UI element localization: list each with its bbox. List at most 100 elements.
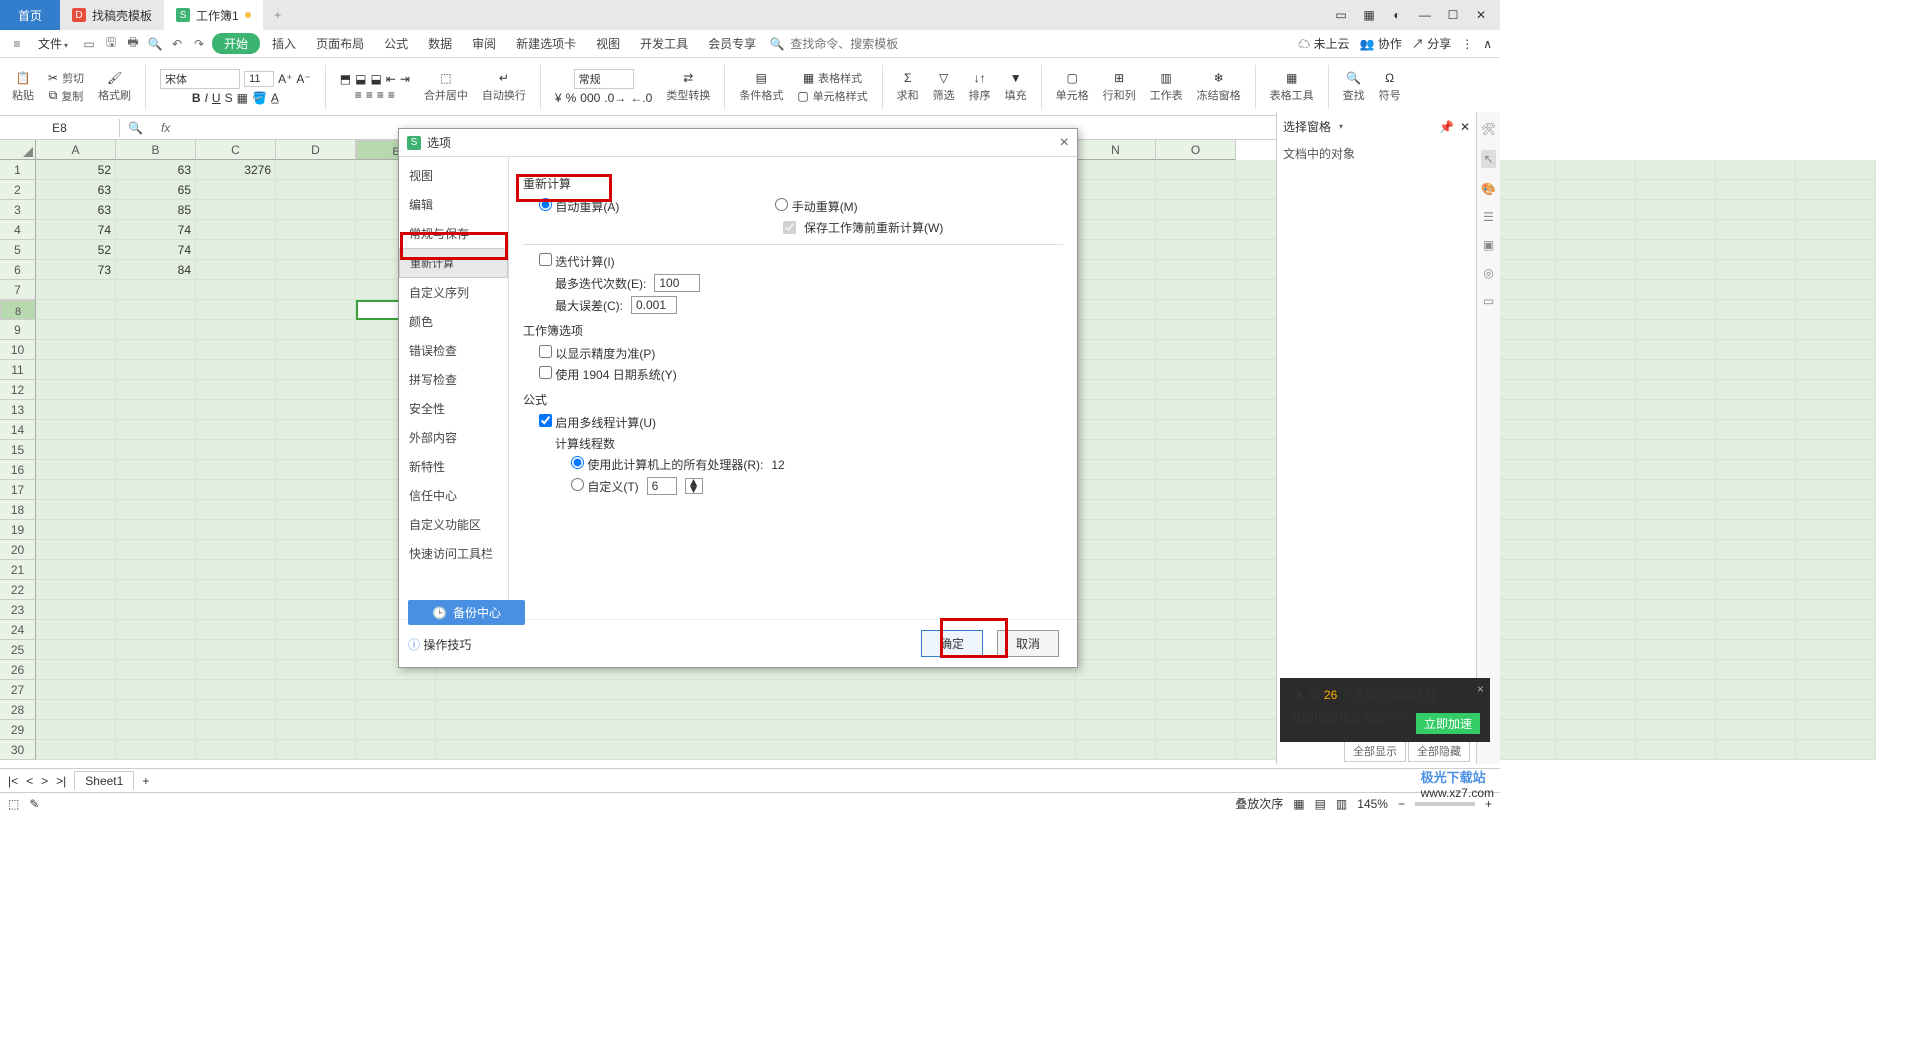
max-diff-input[interactable] (631, 296, 677, 314)
cell[interactable] (1716, 700, 1796, 720)
cell[interactable] (1556, 660, 1636, 680)
cell[interactable] (1156, 580, 1236, 600)
col-a[interactable]: A (36, 140, 116, 160)
align-bot-icon[interactable]: ⬓ (370, 72, 381, 86)
cell[interactable] (1716, 180, 1796, 200)
cell[interactable] (116, 360, 196, 380)
worksheet-group[interactable]: ▥工作表 (1146, 71, 1187, 103)
cell[interactable] (1716, 600, 1796, 620)
cell[interactable] (1156, 340, 1236, 360)
row-header[interactable]: 13 (0, 400, 36, 420)
cell[interactable] (116, 560, 196, 580)
cell[interactable] (1796, 580, 1876, 600)
cell[interactable] (1076, 460, 1156, 480)
convert-group[interactable]: ⇄类型转换 (662, 71, 714, 103)
cell[interactable] (276, 420, 356, 440)
cell[interactable] (1796, 320, 1876, 340)
border-icon[interactable]: ▦ (237, 91, 248, 105)
dialog-nav-item[interactable]: 颜色 (399, 307, 508, 336)
cell[interactable] (1636, 220, 1716, 240)
cut-icon[interactable]: ✂ (48, 71, 58, 85)
cell[interactable] (1716, 680, 1796, 700)
cell[interactable] (1636, 460, 1716, 480)
cell[interactable] (196, 500, 276, 520)
zoom-value[interactable]: 145% (1357, 797, 1388, 811)
iter-input[interactable] (539, 253, 552, 266)
view-page-icon[interactable]: ▤ (1315, 797, 1326, 811)
row-header[interactable]: 26 (0, 660, 36, 680)
cell[interactable] (1716, 500, 1796, 520)
cell[interactable] (1156, 620, 1236, 640)
cell[interactable] (36, 320, 116, 340)
cell[interactable] (356, 680, 436, 700)
cell[interactable] (1556, 500, 1636, 520)
cell[interactable] (1156, 440, 1236, 460)
cell[interactable] (1796, 740, 1876, 760)
align-mid-icon[interactable]: ⬓ (355, 72, 366, 86)
cell[interactable] (276, 540, 356, 560)
row-header[interactable]: 4 (0, 220, 36, 240)
freeze-group[interactable]: ❄冻结窗格 (1193, 71, 1245, 103)
cell[interactable] (116, 540, 196, 560)
underline-icon[interactable]: U (212, 91, 221, 105)
col-b[interactable]: B (116, 140, 196, 160)
row-header[interactable]: 12 (0, 380, 36, 400)
find-group[interactable]: 🔍查找 (1339, 71, 1369, 103)
row-header[interactable]: 9 (0, 320, 36, 340)
qat-save-icon[interactable]: 🖫 (102, 35, 120, 53)
cell[interactable] (116, 740, 196, 760)
use-all-cpu-radio[interactable]: 使用此计算机上的所有处理器(R): (571, 456, 763, 473)
cell[interactable] (36, 420, 116, 440)
strike-icon[interactable]: S (225, 91, 233, 105)
row-header[interactable]: 22 (0, 580, 36, 600)
cell[interactable] (36, 600, 116, 620)
cell[interactable] (1556, 720, 1636, 740)
qat-preview-icon[interactable]: 🔍 (146, 35, 164, 53)
row-header[interactable]: 27 (0, 680, 36, 700)
cell[interactable] (356, 740, 436, 760)
cell[interactable] (36, 500, 116, 520)
menu-newtab[interactable]: 新建选项卡 (508, 33, 584, 54)
cell[interactable] (1556, 560, 1636, 580)
hamburger-icon[interactable]: ≡ (8, 35, 26, 53)
cell[interactable] (1076, 320, 1156, 340)
fill-color-icon[interactable]: 🪣 (252, 91, 267, 105)
menu-data[interactable]: 数据 (420, 33, 460, 54)
cell[interactable] (1796, 220, 1876, 240)
share-button[interactable]: ↗ 分享 (1412, 35, 1451, 52)
cell[interactable] (1636, 540, 1716, 560)
cell[interactable] (1796, 260, 1876, 280)
command-search-input[interactable] (790, 37, 910, 51)
cell[interactable] (1076, 560, 1156, 580)
cell[interactable] (116, 480, 196, 500)
percent-icon[interactable]: % (566, 91, 577, 105)
cell[interactable] (1556, 180, 1636, 200)
indent-dec-icon[interactable]: ⇤ (386, 72, 396, 86)
cell[interactable] (1556, 700, 1636, 720)
cell[interactable] (1636, 340, 1716, 360)
cell[interactable] (1556, 540, 1636, 560)
cell[interactable] (1076, 240, 1156, 260)
cell[interactable] (276, 720, 356, 740)
cell-group[interactable]: ▢单元格 (1052, 71, 1093, 103)
multithread-input[interactable] (539, 414, 552, 427)
cell[interactable] (196, 440, 276, 460)
dialog-nav-item[interactable]: 拼写检查 (399, 365, 508, 394)
cell[interactable] (1716, 520, 1796, 540)
cell[interactable] (1716, 740, 1796, 760)
cell[interactable] (1796, 240, 1876, 260)
fill-group[interactable]: ▼填充 (1001, 71, 1031, 103)
sheet-next-icon[interactable]: > (41, 774, 48, 788)
cell[interactable] (196, 360, 276, 380)
align-center-icon[interactable]: ≡ (366, 88, 373, 102)
cell[interactable] (1716, 360, 1796, 380)
cell[interactable]: 85 (116, 200, 196, 220)
cell[interactable] (1636, 700, 1716, 720)
cell[interactable]: 73 (36, 260, 116, 280)
row-header[interactable]: 3 (0, 200, 36, 220)
font-color-icon[interactable]: A̲ (271, 91, 279, 105)
cell[interactable] (1156, 560, 1236, 580)
cell[interactable] (1076, 640, 1156, 660)
cell[interactable] (1716, 300, 1796, 320)
dialog-nav-item[interactable]: 错误检查 (399, 336, 508, 365)
